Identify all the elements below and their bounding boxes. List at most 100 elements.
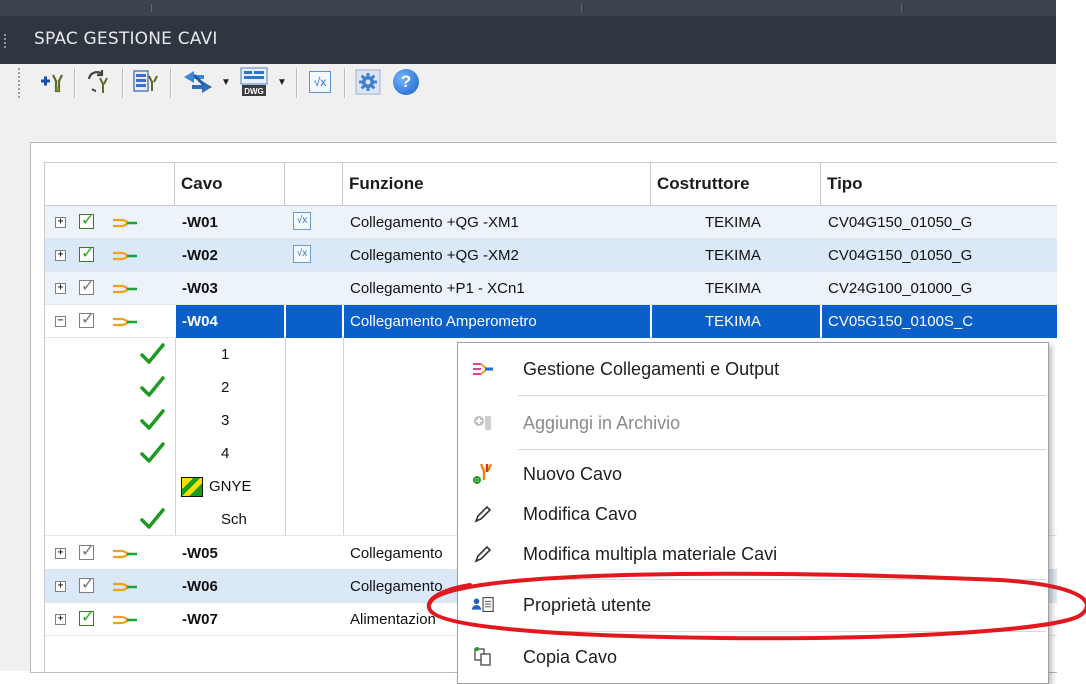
table-row[interactable]: + ✓ -W03 Collegamento +P1 - XCn1 TEKIMA … — [45, 272, 1057, 305]
expand-icon[interactable]: + — [55, 614, 66, 625]
dwg-dropdown-arrow[interactable]: ▼ — [276, 72, 288, 92]
costruttore-cell: TEKIMA — [705, 247, 761, 264]
table-header: Cavo Funzione Costruttore Tipo — [45, 163, 1057, 206]
checkmark-icon: ✓ — [81, 541, 95, 560]
row-checkbox[interactable]: ✓ — [79, 607, 94, 626]
funzione-cell: Collegamento — [350, 578, 443, 595]
expand-icon[interactable]: + — [55, 581, 66, 592]
row-checkbox[interactable]: ✓ — [79, 210, 94, 229]
connections-icon — [471, 357, 495, 381]
menu-item-label: Proprietà utente — [523, 595, 652, 615]
cavo-cell: -W01 — [182, 214, 218, 231]
checkmark-icon: ✓ — [81, 243, 95, 262]
menu-separator — [518, 579, 1046, 580]
funzione-cell: Alimentazion — [350, 611, 436, 628]
cable-icon — [113, 317, 137, 327]
dwg-export-button[interactable]: DWG — [236, 66, 272, 98]
formula-icon[interactable]: √x — [293, 245, 311, 263]
new-cable-icon — [471, 462, 495, 486]
header-funzione[interactable]: Funzione — [343, 163, 651, 205]
settings-button[interactable] — [352, 66, 384, 98]
copy-icon — [471, 645, 495, 669]
collapse-icon[interactable]: − — [55, 316, 66, 327]
row-checkbox[interactable]: ✓ — [79, 243, 94, 262]
conductor-label: 4 — [221, 445, 230, 462]
menu-item-modifica-cavo[interactable]: Modifica Cavo — [458, 494, 1048, 534]
cavo-cell: -W07 — [182, 611, 218, 628]
archive-add-icon — [471, 411, 495, 435]
menu-item-proprieta-utente[interactable]: Proprietà utente — [458, 585, 1048, 625]
top-strip — [0, 0, 1056, 16]
menu-item-label: Copia Cavo — [523, 647, 618, 667]
expand-icon[interactable]: + — [55, 548, 66, 559]
green-check-icon — [140, 376, 165, 397]
expand-icon[interactable]: + — [55, 217, 66, 228]
funzione-cell: Collegamento +QG -XM1 — [350, 214, 519, 231]
panel-title: SPAC GESTIONE CAVI — [34, 29, 218, 49]
conductor-label: 2 — [221, 379, 230, 396]
pencil-icon — [471, 502, 495, 526]
panel-title-bar[interactable]: SPAC GESTIONE CAVI — [0, 16, 1056, 64]
swap-dropdown-arrow[interactable]: ▼ — [220, 72, 232, 92]
toolbar-separator — [170, 68, 172, 98]
tipo-cell: CV05G150_0100S_C — [822, 305, 1057, 338]
checkmark-icon: ✓ — [81, 309, 95, 328]
menu-item-nuovo-cavo[interactable]: Nuovo Cavo — [458, 454, 1048, 494]
checkmark-icon: ✓ — [81, 210, 95, 229]
help-button[interactable]: ? — [390, 66, 422, 98]
toolbar: ▼ DWG ▼ √x ? — [18, 62, 638, 104]
row-checkbox[interactable]: ✓ — [79, 276, 94, 295]
conductor-label: 3 — [221, 412, 230, 429]
gear-icon — [355, 69, 381, 95]
menu-item-modifica-multipla[interactable]: Modifica multipla materiale Cavi — [458, 534, 1048, 574]
cable-icon — [113, 251, 137, 261]
refresh-cables-button[interactable] — [82, 66, 114, 98]
table-row-selected[interactable]: − ✓ -W04 Collegamento Amperometro TEKIMA… — [45, 305, 1057, 338]
toolbar-separator — [74, 68, 76, 98]
swap-arrows-button[interactable] — [178, 66, 218, 98]
cable-list-button[interactable] — [130, 66, 162, 98]
formula-button[interactable]: √x — [304, 66, 336, 98]
funzione-cell: Collegamento +QG -XM2 — [350, 247, 519, 264]
dwg-label: DWG — [244, 87, 264, 96]
header-blank — [45, 163, 175, 205]
menu-item-copia-cavo[interactable]: Copia Cavo — [458, 637, 1048, 677]
cable-icon — [113, 582, 137, 592]
toolbar-separator — [122, 68, 124, 98]
row-checkbox[interactable]: ✓ — [79, 541, 94, 560]
row-checkbox[interactable]: ✓ — [79, 574, 94, 593]
drag-grip-icon[interactable] — [4, 34, 12, 48]
menu-item-gestione-collegamenti[interactable]: Gestione Collegamenti e Output — [458, 349, 1048, 389]
expand-icon[interactable]: + — [55, 250, 66, 261]
conductor-label: GNYE — [209, 478, 252, 495]
pencil-icon — [471, 542, 495, 566]
add-cable-icon — [41, 74, 63, 93]
funzione-cell: Collegamento — [350, 545, 443, 562]
refresh-cables-icon — [87, 70, 108, 93]
conductor-label: Sch — [221, 511, 247, 528]
menu-item-label: Gestione Collegamenti e Output — [523, 359, 780, 379]
formula-icon: √x — [309, 71, 331, 93]
table-row[interactable]: + ✓ -W01 √x Collegamento +QG -XM1 TEKIMA… — [45, 206, 1057, 239]
row-checkbox[interactable]: ✓ — [79, 309, 94, 328]
add-cable-button[interactable] — [36, 66, 68, 98]
header-tipo[interactable]: Tipo — [821, 163, 1057, 205]
expand-icon[interactable]: + — [55, 283, 66, 294]
toolbar-separator — [296, 68, 298, 98]
cable-icon — [113, 284, 137, 294]
formula-icon[interactable]: √x — [293, 212, 311, 230]
funzione-cell: Collegamento +P1 - XCn1 — [350, 280, 525, 297]
cable-icon — [113, 615, 137, 625]
toolbar-grip-icon[interactable] — [18, 68, 24, 98]
header-formula[interactable] — [285, 163, 343, 205]
menu-item-aggiungi-archivio[interactable]: Aggiungi in Archivio — [458, 403, 1048, 443]
header-costruttore[interactable]: Costruttore — [651, 163, 821, 205]
tipo-cell: CV24G100_01000_G — [828, 280, 973, 297]
menu-item-label: Nuovo Cavo — [523, 464, 623, 484]
header-cavo[interactable]: Cavo — [175, 163, 285, 205]
table-row[interactable]: + ✓ -W02 √x Collegamento +QG -XM2 TEKIMA… — [45, 239, 1057, 272]
green-check-icon — [140, 343, 165, 364]
top-strip-divider — [900, 4, 902, 12]
toolbar-separator — [344, 68, 346, 98]
costruttore-cell: TEKIMA — [652, 305, 820, 338]
